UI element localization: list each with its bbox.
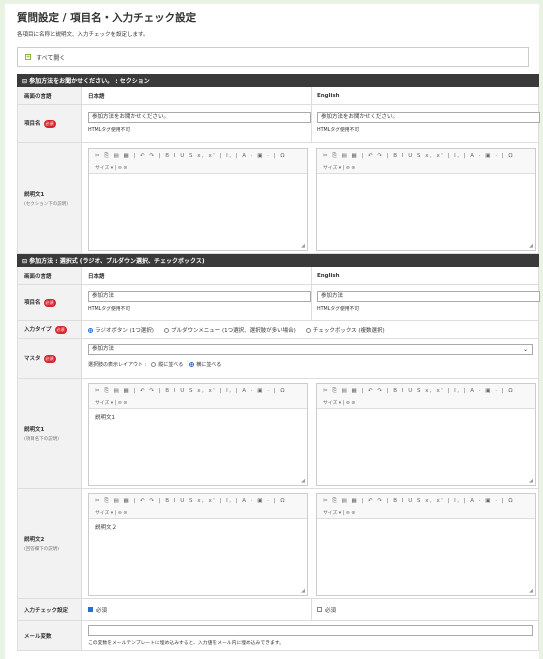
item-name-input-ja[interactable]: 参加方法 <box>88 291 311 302</box>
input-type-row: 入力タイプ 必須 ラジオボタン (1つ選択) プルダウンメニュー (1つ選択、選択肢… <box>17 321 539 339</box>
master-row: マスタ 必須 参加方法 ⌄ 選択肢の表示レイアウト : 縦に並べる 横に並べる <box>17 339 539 379</box>
section2-lang-row: 画面の言語 日本語 English <box>17 267 539 285</box>
section1-lang-row: 画面の言語 日本語 English <box>17 87 539 105</box>
editor-toolbar[interactable]: ✂ ⎘ ▤ ▦ | ↶ ↷ | B I U S x, x' | I, | A ·… <box>89 149 307 174</box>
input-type-radio-2[interactable]: チェックボックス (複数選択) <box>305 326 385 334</box>
desc1-editor-ja[interactable]: ✂ ⎘ ▤ ▦ | ↶ ↷ | B I U S x, x' | I, | A ·… <box>88 148 308 251</box>
html-note: HTMLタグ使用不可 <box>317 307 360 312</box>
lang-en: English <box>317 272 340 279</box>
page: 質問設定 / 項目名・入力チェック設定 各項目に名称と説明文、入力チェックを設定… <box>5 4 540 659</box>
section1-item-row: 項目名 必須 参加方法をお聞かせください。 HTMLタグ使用不可 参加方法をお聞か… <box>17 105 540 143</box>
editor-toolbar[interactable]: ✂ ⎘ ▤ ▦ | ↶ ↷ | B I U S x, x' | I, | A ·… <box>89 494 307 519</box>
input-type-radio-1[interactable]: プルダウンメニュー (1つ選択、選択肢が多い場合) <box>163 326 296 334</box>
input-type-radio-0[interactable]: ラジオボタン (1つ選択) <box>88 326 154 334</box>
plus-icon: + <box>25 54 31 60</box>
layout-radio-0[interactable]: 縦に並べる <box>151 362 183 368</box>
lang-label: 画面の言語 <box>18 267 82 284</box>
radio-icon <box>163 327 169 333</box>
required-badge: 必須 <box>43 354 56 363</box>
mail-var-row: メール変数 この変数をメールテンプレートに埋め込みすると、入力値をメール内に埋め… <box>17 621 539 651</box>
required-badge: 必須 <box>43 119 56 128</box>
desc1-editor-ja[interactable]: ✂ ⎘ ▤ ▦ | ↶ ↷ | B I U S x, x' | I, | A ·… <box>88 383 308 486</box>
expand-all-label: すべて開く <box>36 54 66 62</box>
section2-desc2-row: 説明文2 (回答欄下の説明) ✂ ⎘ ▤ ▦ | ↶ ↷ | B I U S x,… <box>17 489 539 599</box>
layout-option-label: 縦に並べる <box>158 362 184 368</box>
layout-options: 選択肢の表示レイアウト : 縦に並べる 横に並べる <box>88 361 533 368</box>
resize-grip-icon[interactable]: ◢ <box>529 243 533 249</box>
input-type-label: 入力タイプ 必須 <box>18 321 82 338</box>
input-type-label: プルダウンメニュー (1つ選択、選択肢が多い場合) <box>170 327 296 334</box>
desc1-label: 説明文1 (項目名下の説明) <box>18 379 82 488</box>
desc2-label: 説明文2 (回答欄下の説明) <box>18 489 82 598</box>
page-description: 各項目に名称と説明文、入力チェックを設定します。 <box>17 32 149 38</box>
section2-item-row: 項目名 必須 参加方法 HTMLタグ使用不可 参加方法 HTMLタグ使用不可 <box>17 285 540 321</box>
resize-grip-icon[interactable]: ◢ <box>301 478 305 484</box>
desc2-editor-en[interactable]: ✂ ⎘ ▤ ▦ | ↶ ↷ | B I U S x, x' | I, | A ·… <box>316 493 536 596</box>
master-label: マスタ 必須 <box>18 339 82 378</box>
required-checkbox-ja[interactable]: 必須 <box>88 599 311 620</box>
input-check-row: 入力チェック設定 必須 必須 <box>17 599 539 621</box>
lang-ja: 日本語 <box>88 273 105 280</box>
section1-header[interactable]: ⊟ 参加方法をお聞かせください。 : セクション <box>17 74 539 87</box>
desc1-label: 説明文1 (セクション下の説明) <box>18 143 82 253</box>
input-check-label: 入力チェック設定 <box>18 599 82 620</box>
html-note: HTMLタグ使用不可 <box>88 307 131 312</box>
mail-var-note: この変数をメールテンプレートに埋め込みすると、入力値をメール内に埋め込みできます… <box>88 641 284 646</box>
chevron-down-icon: ⌄ <box>522 346 528 353</box>
html-note: HTMLタグ使用不可 <box>88 128 131 133</box>
layout-radio-1[interactable]: 横に並べる <box>189 362 221 368</box>
mail-var-label: メール変数 <box>18 621 82 650</box>
editor-toolbar[interactable]: ✂ ⎘ ▤ ▦ | ↶ ↷ | B I U S x, x' | I, | A ·… <box>89 384 307 409</box>
editor-toolbar[interactable]: ✂ ⎘ ▤ ▦ | ↶ ↷ | B I U S x, x' | I, | A ·… <box>317 149 535 174</box>
section2-desc1-row: 説明文1 (項目名下の説明) ✂ ⎘ ▤ ▦ | ↶ ↷ | B I U S x,… <box>17 379 539 489</box>
resize-grip-icon[interactable]: ◢ <box>529 588 533 594</box>
required-checkbox-en[interactable]: 必須 <box>317 599 540 620</box>
lang-ja: 日本語 <box>88 93 105 100</box>
checkbox-icon <box>317 607 322 612</box>
required-badge: 必須 <box>43 298 56 307</box>
radio-icon <box>305 327 311 333</box>
radio-icon <box>151 362 157 367</box>
input-type-options: ラジオボタン (1つ選択) プルダウンメニュー (1つ選択、選択肢が多い場合) チェ… <box>88 321 538 338</box>
section1-desc1-row: 説明文1 (セクション下の説明) ✂ ⎘ ▤ ▦ | ↶ ↷ | B I U S … <box>17 143 539 254</box>
resize-grip-icon[interactable]: ◢ <box>301 243 305 249</box>
checkbox-checked-icon <box>88 607 93 612</box>
mail-var-input[interactable] <box>88 625 533 636</box>
item-name-label: 項目名 必須 <box>18 105 82 142</box>
desc1-editor-en[interactable]: ✂ ⎘ ▤ ▦ | ↶ ↷ | B I U S x, x' | I, | A ·… <box>316 148 536 251</box>
input-type-label: ラジオボタン (1つ選択) <box>95 327 154 334</box>
item-name-input-en[interactable]: 参加方法をお聞かせください。 <box>317 112 540 123</box>
expand-all-button[interactable]: + すべて開く <box>17 47 529 67</box>
section2-header[interactable]: ⊟ 参加方法 : 選択式 (ラジオ、プルダウン選択、チェックボックス) <box>17 254 539 267</box>
item-name-input-ja[interactable]: 参加方法をお聞かせください。 <box>88 112 311 123</box>
item-name-input-en[interactable]: 参加方法 <box>317 291 540 302</box>
layout-label: 選択肢の表示レイアウト : <box>88 362 147 368</box>
html-note: HTMLタグ使用不可 <box>317 128 360 133</box>
radio-selected-icon <box>88 327 93 333</box>
master-select[interactable]: 参加方法 ⌄ <box>88 344 533 355</box>
resize-grip-icon[interactable]: ◢ <box>529 478 533 484</box>
editor-toolbar[interactable]: ✂ ⎘ ▤ ▦ | ↶ ↷ | B I U S x, x' | I, | A ·… <box>317 384 535 409</box>
input-type-label: チェックボックス (複数選択) <box>312 327 385 334</box>
required-badge: 必須 <box>54 325 67 334</box>
page-title: 質問設定 / 項目名・入力チェック設定 <box>17 12 197 24</box>
lang-label: 画面の言語 <box>18 87 82 104</box>
resize-grip-icon[interactable]: ◢ <box>301 588 305 594</box>
desc1-editor-en[interactable]: ✂ ⎘ ▤ ▦ | ↶ ↷ | B I U S x, x' | I, | A ·… <box>316 383 536 486</box>
item-name-label: 項目名 必須 <box>18 285 82 320</box>
radio-selected-icon <box>189 362 195 367</box>
layout-option-label: 横に並べる <box>196 362 222 368</box>
lang-en: English <box>317 92 340 99</box>
desc2-editor-ja[interactable]: ✂ ⎘ ▤ ▦ | ↶ ↷ | B I U S x, x' | I, | A ·… <box>88 493 308 596</box>
editor-toolbar[interactable]: ✂ ⎘ ▤ ▦ | ↶ ↷ | B I U S x, x' | I, | A ·… <box>317 494 535 519</box>
